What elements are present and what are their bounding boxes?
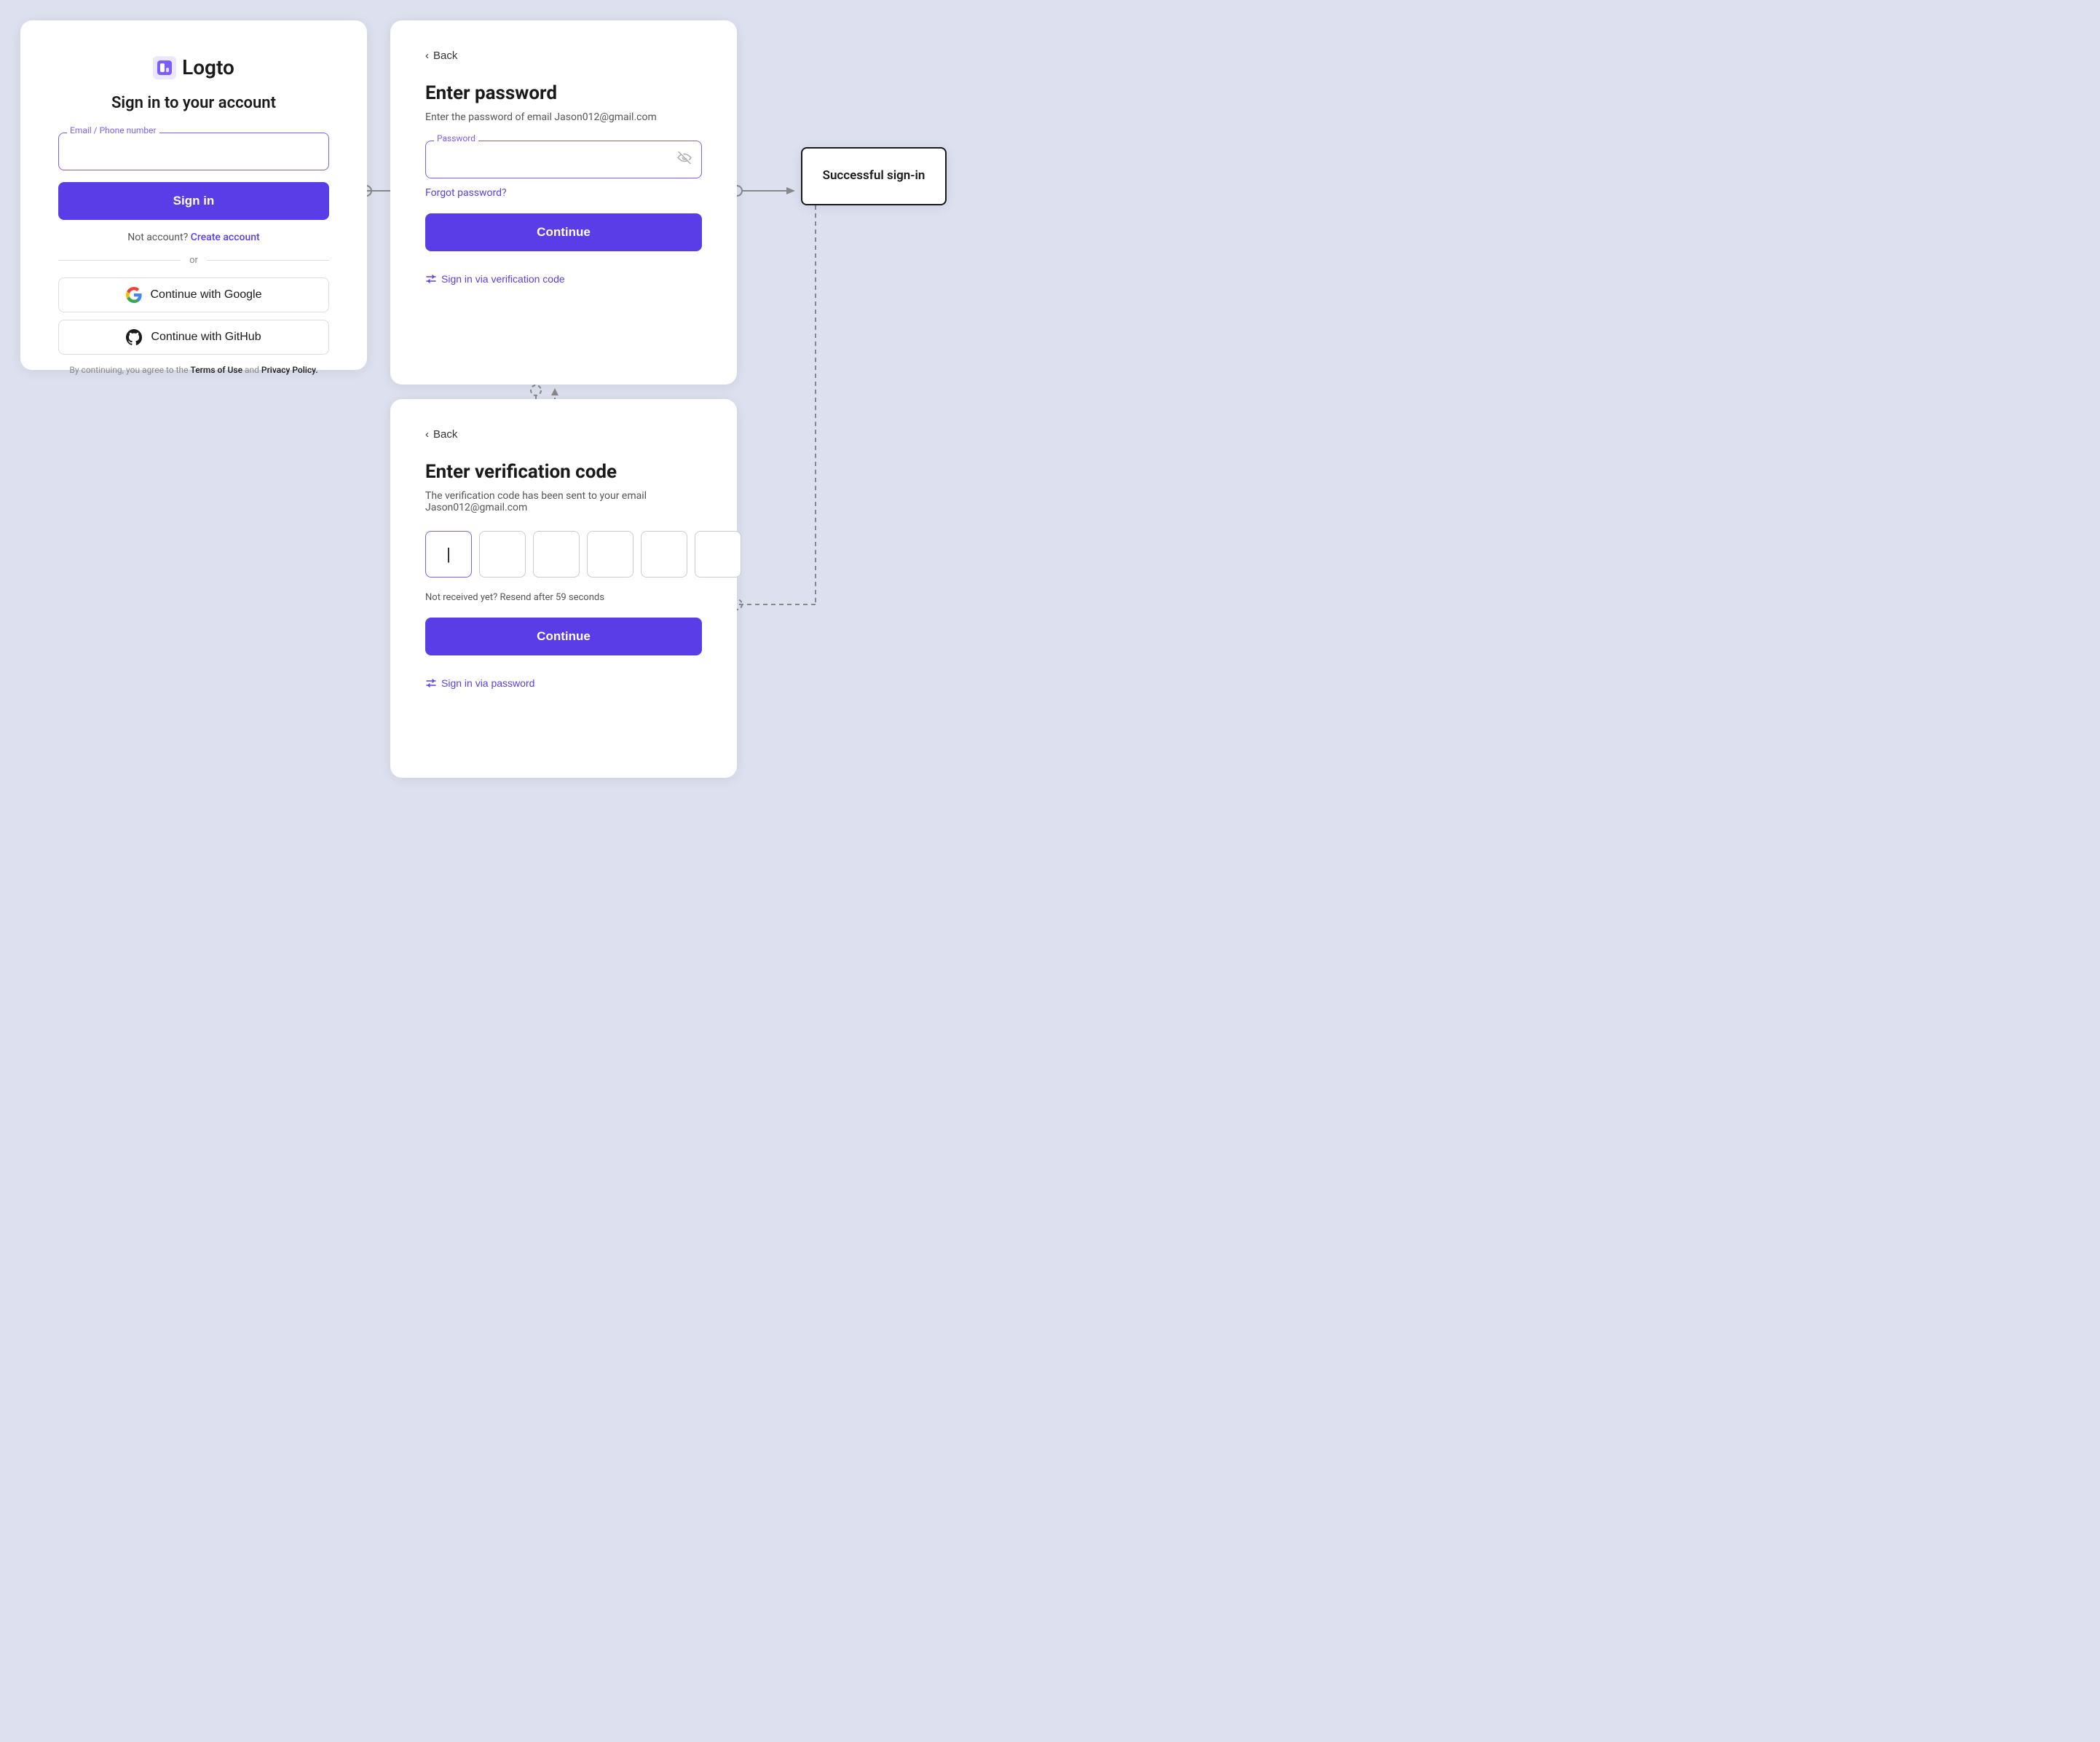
signin-card: Logto Sign in to your account Email / Ph… <box>20 20 367 370</box>
sign-via-code-button[interactable]: Sign in via verification code <box>425 273 565 285</box>
password-title: Enter password <box>425 82 702 104</box>
no-account-text: Not account? Create account <box>58 232 329 243</box>
success-card: Successful sign-in <box>801 147 947 205</box>
verify-subtitle: The verification code has been sent to y… <box>425 490 702 513</box>
divider: or <box>58 255 329 266</box>
verification-code-inputs <box>425 531 702 578</box>
code-input-2[interactable] <box>479 531 526 578</box>
password-back-button[interactable]: ‹ Back <box>425 50 457 62</box>
verify-continue-button[interactable]: Continue <box>425 618 702 655</box>
code-input-6[interactable] <box>695 531 741 578</box>
switch-icon-2 <box>425 677 437 689</box>
divider-line-left <box>58 260 181 261</box>
verify-card: ‹ Back Enter verification code The verif… <box>390 399 737 778</box>
signin-title: Sign in to your account <box>58 94 329 112</box>
github-btn-label: Continue with GitHub <box>151 331 261 344</box>
google-signin-button[interactable]: Continue with Google <box>58 277 329 312</box>
divider-line-right <box>207 260 329 261</box>
verify-title: Enter verification code <box>425 461 702 483</box>
logo-text: Logto <box>182 55 234 79</box>
google-btn-label: Continue with Google <box>151 288 262 302</box>
divider-or: or <box>189 255 198 266</box>
password-subtitle: Enter the password of email Jason012@gma… <box>425 111 702 123</box>
verify-back-button[interactable]: ‹ Back <box>425 428 457 441</box>
privacy-policy-link[interactable]: Privacy Policy. <box>261 365 318 375</box>
email-label: Email / Phone number <box>67 125 159 135</box>
sign-via-password-button[interactable]: Sign in via password <box>425 677 534 689</box>
password-continue-button[interactable]: Continue <box>425 213 702 251</box>
password-card: ‹ Back Enter password Enter the password… <box>390 20 737 385</box>
back-chevron-icon-2: ‹ <box>425 428 429 441</box>
code-input-4[interactable] <box>587 531 633 578</box>
success-text: Successful sign-in <box>823 168 925 185</box>
password-label: Password <box>434 133 478 143</box>
email-input[interactable] <box>58 133 329 170</box>
password-input-wrapper: Password <box>425 141 702 178</box>
github-icon <box>126 329 142 345</box>
terms-of-use-link[interactable]: Terms of Use <box>190 365 242 375</box>
forgot-password-link[interactable]: Forgot password? <box>425 187 702 199</box>
logto-icon <box>153 56 176 79</box>
code-input-1[interactable] <box>425 531 472 578</box>
create-account-link[interactable]: Create account <box>191 232 260 243</box>
password-input[interactable] <box>425 141 702 178</box>
back-chevron-icon: ‹ <box>425 50 429 62</box>
code-input-3[interactable] <box>533 531 580 578</box>
signin-button[interactable]: Sign in <box>58 182 329 220</box>
email-input-wrapper: Email / Phone number <box>58 133 329 170</box>
github-signin-button[interactable]: Continue with GitHub <box>58 320 329 355</box>
logo-row: Logto <box>58 55 329 79</box>
switch-icon <box>425 273 437 285</box>
code-input-5[interactable] <box>641 531 687 578</box>
terms-text: By continuing, you agree to the Terms of… <box>58 365 329 375</box>
google-icon <box>126 287 142 303</box>
eye-toggle-icon[interactable] <box>677 151 692 169</box>
resend-text: Not received yet? Resend after 59 second… <box>425 592 702 603</box>
